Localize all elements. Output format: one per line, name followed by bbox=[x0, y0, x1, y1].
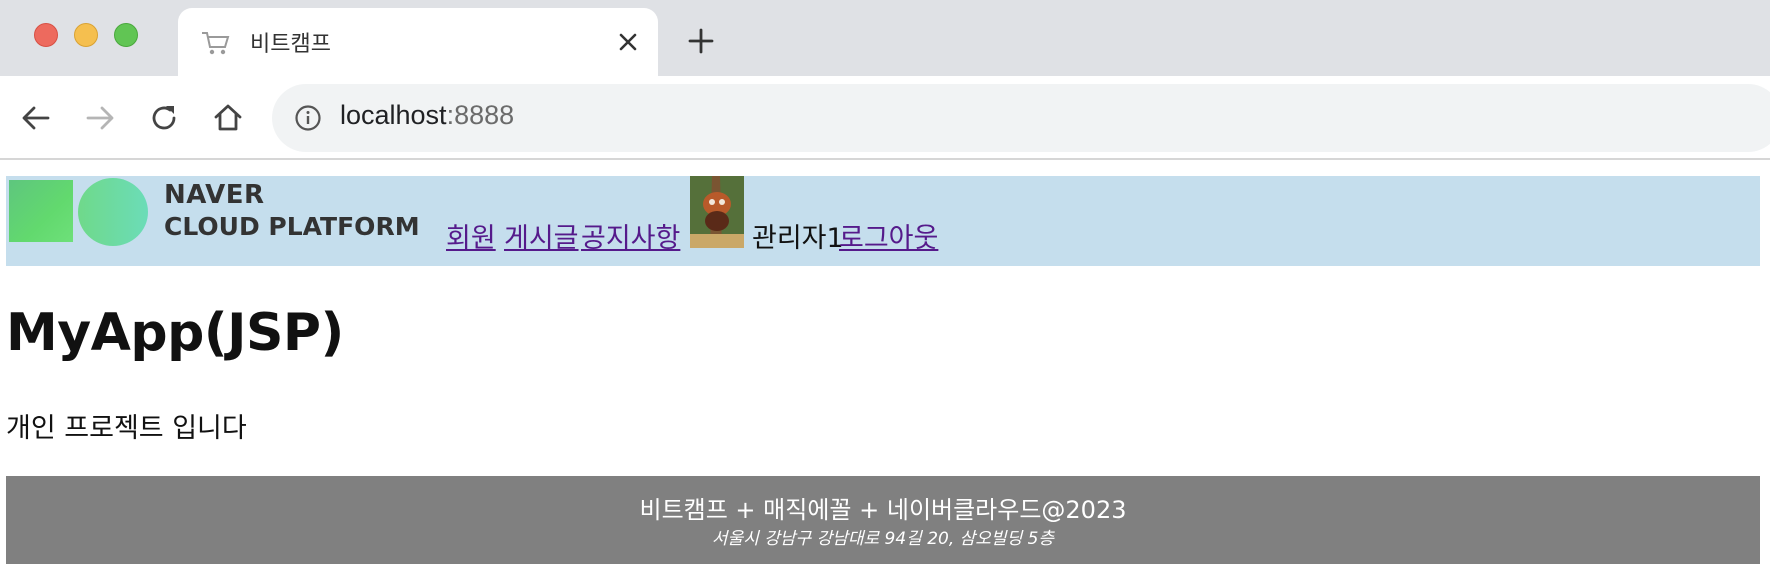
nav-link-notice[interactable]: 공지사항 bbox=[581, 216, 680, 255]
naver-cloud-logo[interactable]: NAVER CLOUD PLATFORM bbox=[164, 180, 420, 242]
shopping-cart-icon bbox=[202, 32, 230, 55]
browser-toolbar: localhost:8888 bbox=[0, 76, 1770, 160]
page-title: MyApp(JSP) bbox=[6, 303, 344, 363]
intro-text: 개인 프로젝트 입니다 bbox=[6, 413, 247, 444]
user-name: 관리자1 bbox=[752, 223, 844, 254]
browser-tab-bar: 비트캠프 bbox=[0, 0, 1770, 76]
footer-address: 서울시 강남구 강남대로 94길 20, 삼오빌딩 5층 bbox=[711, 529, 1055, 549]
info-icon[interactable] bbox=[294, 104, 322, 132]
back-arrow-icon[interactable] bbox=[18, 100, 54, 136]
user-avatar bbox=[690, 176, 744, 248]
maximize-window-button[interactable] bbox=[114, 23, 138, 47]
page-content: NAVER CLOUD PLATFORM 회원 게시글 공지사항 관리자1 로그… bbox=[0, 160, 1770, 580]
reload-icon[interactable] bbox=[146, 100, 182, 136]
close-tab-icon[interactable] bbox=[614, 28, 642, 56]
logo-square-mark bbox=[9, 180, 73, 242]
browser-tab[interactable]: 비트캠프 bbox=[178, 8, 658, 76]
minimize-window-button[interactable] bbox=[74, 23, 98, 47]
tab-title: 비트캠프 bbox=[250, 32, 331, 57]
nav-link-board[interactable]: 게시글 bbox=[504, 216, 579, 255]
close-window-button[interactable] bbox=[34, 23, 58, 47]
address-bar[interactable]: localhost:8888 bbox=[272, 84, 1770, 152]
site-header: NAVER CLOUD PLATFORM 회원 게시글 공지사항 관리자1 로그… bbox=[6, 176, 1760, 266]
logout-link[interactable]: 로그아웃 bbox=[839, 216, 938, 255]
home-icon[interactable] bbox=[210, 100, 246, 136]
url-text[interactable]: localhost:8888 bbox=[340, 100, 514, 131]
new-tab-icon[interactable] bbox=[686, 26, 716, 56]
nav-link-members[interactable]: 회원 bbox=[446, 216, 496, 255]
forward-arrow-icon[interactable] bbox=[82, 100, 118, 136]
footer-credits: 비트캠프 + 매직에꼴 + 네이버클라우드@2023 bbox=[639, 496, 1127, 524]
site-footer: 비트캠프 + 매직에꼴 + 네이버클라우드@2023 서울시 강남구 강남대로 … bbox=[6, 476, 1760, 564]
logo-circle-mark bbox=[78, 178, 148, 246]
